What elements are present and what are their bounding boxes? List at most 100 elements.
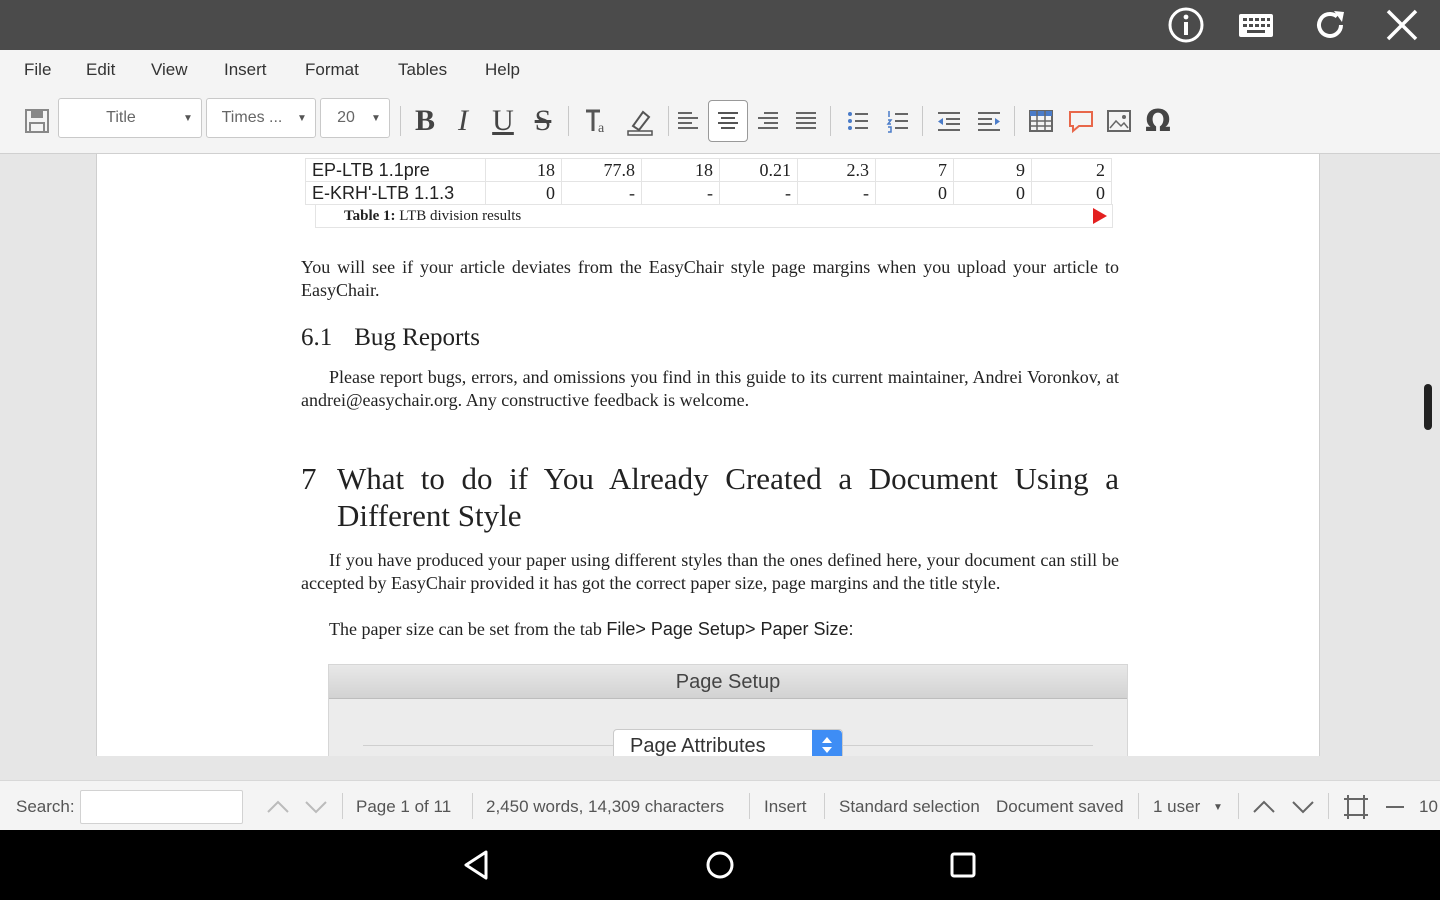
close-icon[interactable] <box>1380 3 1424 47</box>
menu-help[interactable]: Help <box>485 60 520 80</box>
formatting-toolbar: Title ▼ Times ... ▼ 20 ▼ B I U S a Ω <box>0 92 1440 154</box>
menu-view[interactable]: View <box>151 60 188 80</box>
status-separator <box>749 793 750 819</box>
status-separator <box>1328 793 1329 819</box>
save-icon[interactable] <box>20 100 54 142</box>
bullet-list-icon[interactable] <box>842 100 874 142</box>
zoom-out-icon[interactable] <box>1381 793 1409 821</box>
refresh-icon[interactable] <box>1308 3 1352 47</box>
align-left-icon[interactable] <box>672 100 704 142</box>
menu-format[interactable]: Format <box>305 60 359 80</box>
table-cell: - <box>797 181 876 205</box>
align-right-icon[interactable] <box>752 100 784 142</box>
increase-indent-icon[interactable] <box>972 100 1006 142</box>
table-cell: 0 <box>485 181 562 205</box>
svg-text:a: a <box>598 121 605 136</box>
search-next-icon[interactable] <box>302 793 330 821</box>
bold-button[interactable]: B <box>408 100 442 142</box>
chevron-down-icon: ▼ <box>297 112 307 124</box>
menu-file[interactable]: File <box>24 60 51 80</box>
menu-edit[interactable]: Edit <box>86 60 115 80</box>
document-area[interactable]: EP-LTB 1.1pre 18 77.8 18 0.21 2.3 7 9 2 … <box>0 154 1440 780</box>
table-cell: 0 <box>875 181 954 205</box>
toolbar-separator <box>668 106 669 136</box>
table-cell: E-KRH'-LTB 1.1.3 <box>305 181 486 205</box>
table-cell: 18 <box>641 158 720 182</box>
zoom-level: 10 <box>1419 797 1438 816</box>
table-caption: Table 1: LTB division results <box>315 204 1113 228</box>
font-name-combo[interactable]: Times ... ▼ <box>206 98 316 138</box>
font-size-combo[interactable]: 20 ▼ <box>320 98 390 138</box>
page-count: Page 1 of 11 <box>356 797 452 816</box>
insert-mode[interactable]: Insert <box>764 797 807 817</box>
clear-format-icon[interactable]: a <box>578 100 616 142</box>
toolbar-separator <box>922 106 923 136</box>
chevron-down-icon[interactable]: ▼ <box>1213 802 1223 813</box>
dialog-title: Page Setup <box>329 665 1127 699</box>
insert-image-icon[interactable] <box>1102 100 1136 142</box>
user-count[interactable]: 1 user <box>1153 797 1200 817</box>
back-icon[interactable] <box>458 846 496 884</box>
previous-page-icon[interactable] <box>1250 793 1278 821</box>
table-cell: EP-LTB 1.1pre <box>305 158 486 182</box>
search-previous-icon[interactable] <box>264 793 292 821</box>
numbered-list-icon[interactable] <box>882 100 914 142</box>
stepper-icon <box>812 730 842 756</box>
paragraph-margins: You will see if your article deviates fr… <box>301 257 1119 300</box>
table-row: EP-LTB 1.1pre 18 77.8 18 0.21 2.3 7 9 2 <box>305 158 1112 182</box>
toolbar-separator <box>1014 106 1015 136</box>
heading-bug-reports: 6.1 Bug Reports <box>301 324 480 351</box>
insert-table-icon[interactable] <box>1024 100 1058 142</box>
table-cell: 0.21 <box>719 158 798 182</box>
next-page-icon[interactable] <box>1289 793 1317 821</box>
table-cell: 2 <box>1031 158 1112 182</box>
table-cell: 18 <box>485 158 562 182</box>
table-cell: - <box>641 181 720 205</box>
search-input[interactable] <box>80 790 243 824</box>
system-navigation-bar <box>0 830 1440 900</box>
menu-bar: File Edit View Insert Format Tables Help <box>0 50 1440 92</box>
italic-button[interactable]: I <box>448 100 478 142</box>
strikethrough-button[interactable]: S <box>526 100 560 142</box>
decrease-indent-icon[interactable] <box>932 100 966 142</box>
search-label: Search: <box>16 797 75 816</box>
table-cell: 0 <box>1031 181 1112 205</box>
fit-page-icon[interactable] <box>1342 793 1370 821</box>
highlight-icon[interactable] <box>620 100 660 142</box>
keyboard-icon[interactable] <box>1234 3 1278 47</box>
document-page[interactable]: EP-LTB 1.1pre 18 77.8 18 0.21 2.3 7 9 2 … <box>96 154 1320 756</box>
justify-icon[interactable] <box>790 100 822 142</box>
table-cell: 0 <box>953 181 1032 205</box>
insert-comment-icon[interactable] <box>1064 100 1098 142</box>
table-cell: 7 <box>875 158 954 182</box>
toolbar-separator <box>830 106 831 136</box>
selection-mode[interactable]: Standard selection <box>839 797 980 817</box>
table-cell: - <box>561 181 642 205</box>
comment-marker-icon[interactable] <box>1093 208 1107 224</box>
align-center-icon[interactable] <box>708 100 748 142</box>
info-icon[interactable] <box>1164 3 1208 47</box>
chevron-down-icon: ▼ <box>183 112 193 124</box>
paragraph-style-combo[interactable]: Title ▼ <box>58 98 202 138</box>
recent-apps-icon[interactable] <box>944 846 982 884</box>
table-row: E-KRH'-LTB 1.1.3 0 - - - - 0 0 0 <box>305 181 1112 205</box>
status-bar: Search: Page 1 of 11 2,450 words, 14,309… <box>0 780 1440 830</box>
toolbar-separator <box>400 106 401 136</box>
paragraph-bug-reports: Please report bugs, errors, and omission… <box>301 367 1119 410</box>
vertical-scrollbar[interactable] <box>1424 384 1432 430</box>
status-separator <box>1238 793 1239 819</box>
status-separator <box>342 793 343 819</box>
paragraph-different-styles: If you have produced your paper using di… <box>301 550 1119 593</box>
status-separator <box>472 793 473 819</box>
page-setup-screenshot: Page Setup Page Attributes <box>328 664 1128 756</box>
underline-button[interactable]: U <box>486 100 520 142</box>
table-cell: 9 <box>953 158 1032 182</box>
home-icon[interactable] <box>701 846 739 884</box>
toolbar-separator <box>568 106 569 136</box>
app-top-bar <box>0 0 1440 50</box>
table-cell: - <box>719 181 798 205</box>
table-cell: 2.3 <box>797 158 876 182</box>
menu-tables[interactable]: Tables <box>398 60 447 80</box>
special-character-button[interactable]: Ω <box>1140 100 1176 142</box>
menu-insert[interactable]: Insert <box>224 60 267 80</box>
